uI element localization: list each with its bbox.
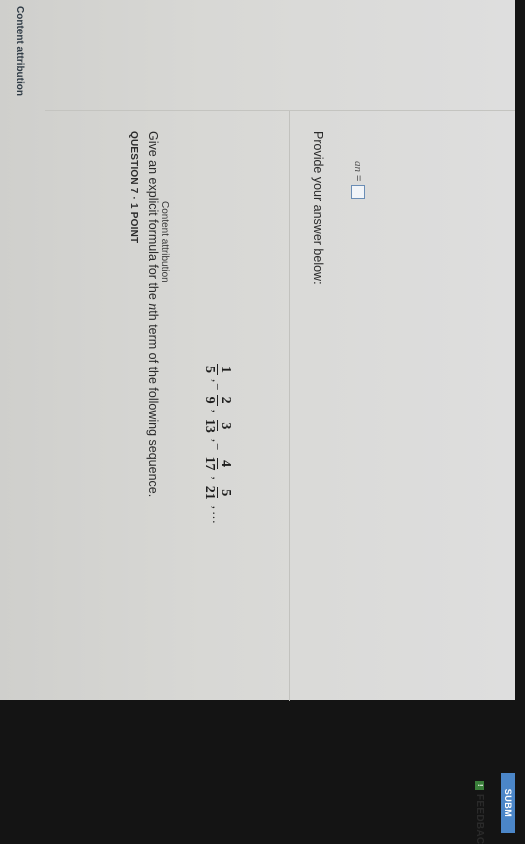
- minus-sign: −: [210, 443, 226, 451]
- comma: ,: [210, 409, 226, 413]
- equals-sign: =: [352, 175, 364, 182]
- sequence-term: 15: [202, 364, 233, 375]
- term-numerator: 4: [217, 457, 233, 469]
- question-card: QUESTION 7 · 1 POINT Give an explicit fo…: [45, 110, 515, 844]
- rotated-page: Content attribution QUESTION 7 · 1 POINT…: [0, 0, 515, 844]
- question-prompt: Give an explicit formula for the nth ter…: [144, 131, 160, 497]
- term-denominator: 13: [202, 418, 217, 433]
- content-attribution-link-bottom[interactable]: Content attribution: [159, 201, 170, 283]
- term-denominator: 21: [202, 485, 217, 500]
- content-attribution-link-top[interactable]: Content attribution: [14, 6, 25, 96]
- term-numerator: 2: [217, 394, 233, 406]
- answer-row: an =: [351, 161, 365, 200]
- comma: ,: [210, 438, 226, 443]
- comma: ,: [210, 379, 226, 383]
- feedback-label: FEEDBAC: [474, 794, 485, 844]
- submit-button[interactable]: SUBM: [501, 773, 515, 833]
- answer-input[interactable]: [351, 185, 365, 200]
- prompt-before: Give an explicit formula for the: [146, 131, 160, 304]
- term-numerator: 1: [217, 364, 233, 375]
- question-label: QUESTION 7 · 1 POINT: [128, 131, 139, 244]
- answer-instruction: Provide your answer below:: [311, 131, 325, 285]
- sequence-term: 5 21: [202, 484, 233, 502]
- sequence-term: 3 13: [202, 417, 233, 435]
- term-denominator: 9: [202, 396, 217, 404]
- term-denominator: 17: [202, 456, 217, 471]
- sequence-term: 4 17: [202, 454, 233, 472]
- term-denominator: 5: [202, 366, 217, 373]
- sequence-term: 29: [202, 394, 233, 406]
- comma: ,: [210, 476, 226, 480]
- section-divider: [289, 111, 290, 701]
- term-numerator: 5: [217, 487, 233, 499]
- term-numerator: 3: [217, 420, 233, 432]
- comma: ,: [210, 505, 226, 509]
- screen: Content attribution QUESTION 7 · 1 POINT…: [0, 0, 515, 844]
- sequence: 15 , − 29 , 3 13 , − 4 17 , 5 21 , …: [202, 361, 233, 525]
- prompt-after: th term of the following sequence.: [146, 310, 160, 498]
- feedback-icon: !: [475, 781, 484, 790]
- answer-label: an: [352, 161, 364, 172]
- minus-sign: −: [210, 383, 226, 391]
- feedback-button[interactable]: ! FEEDBAC: [474, 781, 485, 844]
- ellipsis: …: [210, 510, 226, 524]
